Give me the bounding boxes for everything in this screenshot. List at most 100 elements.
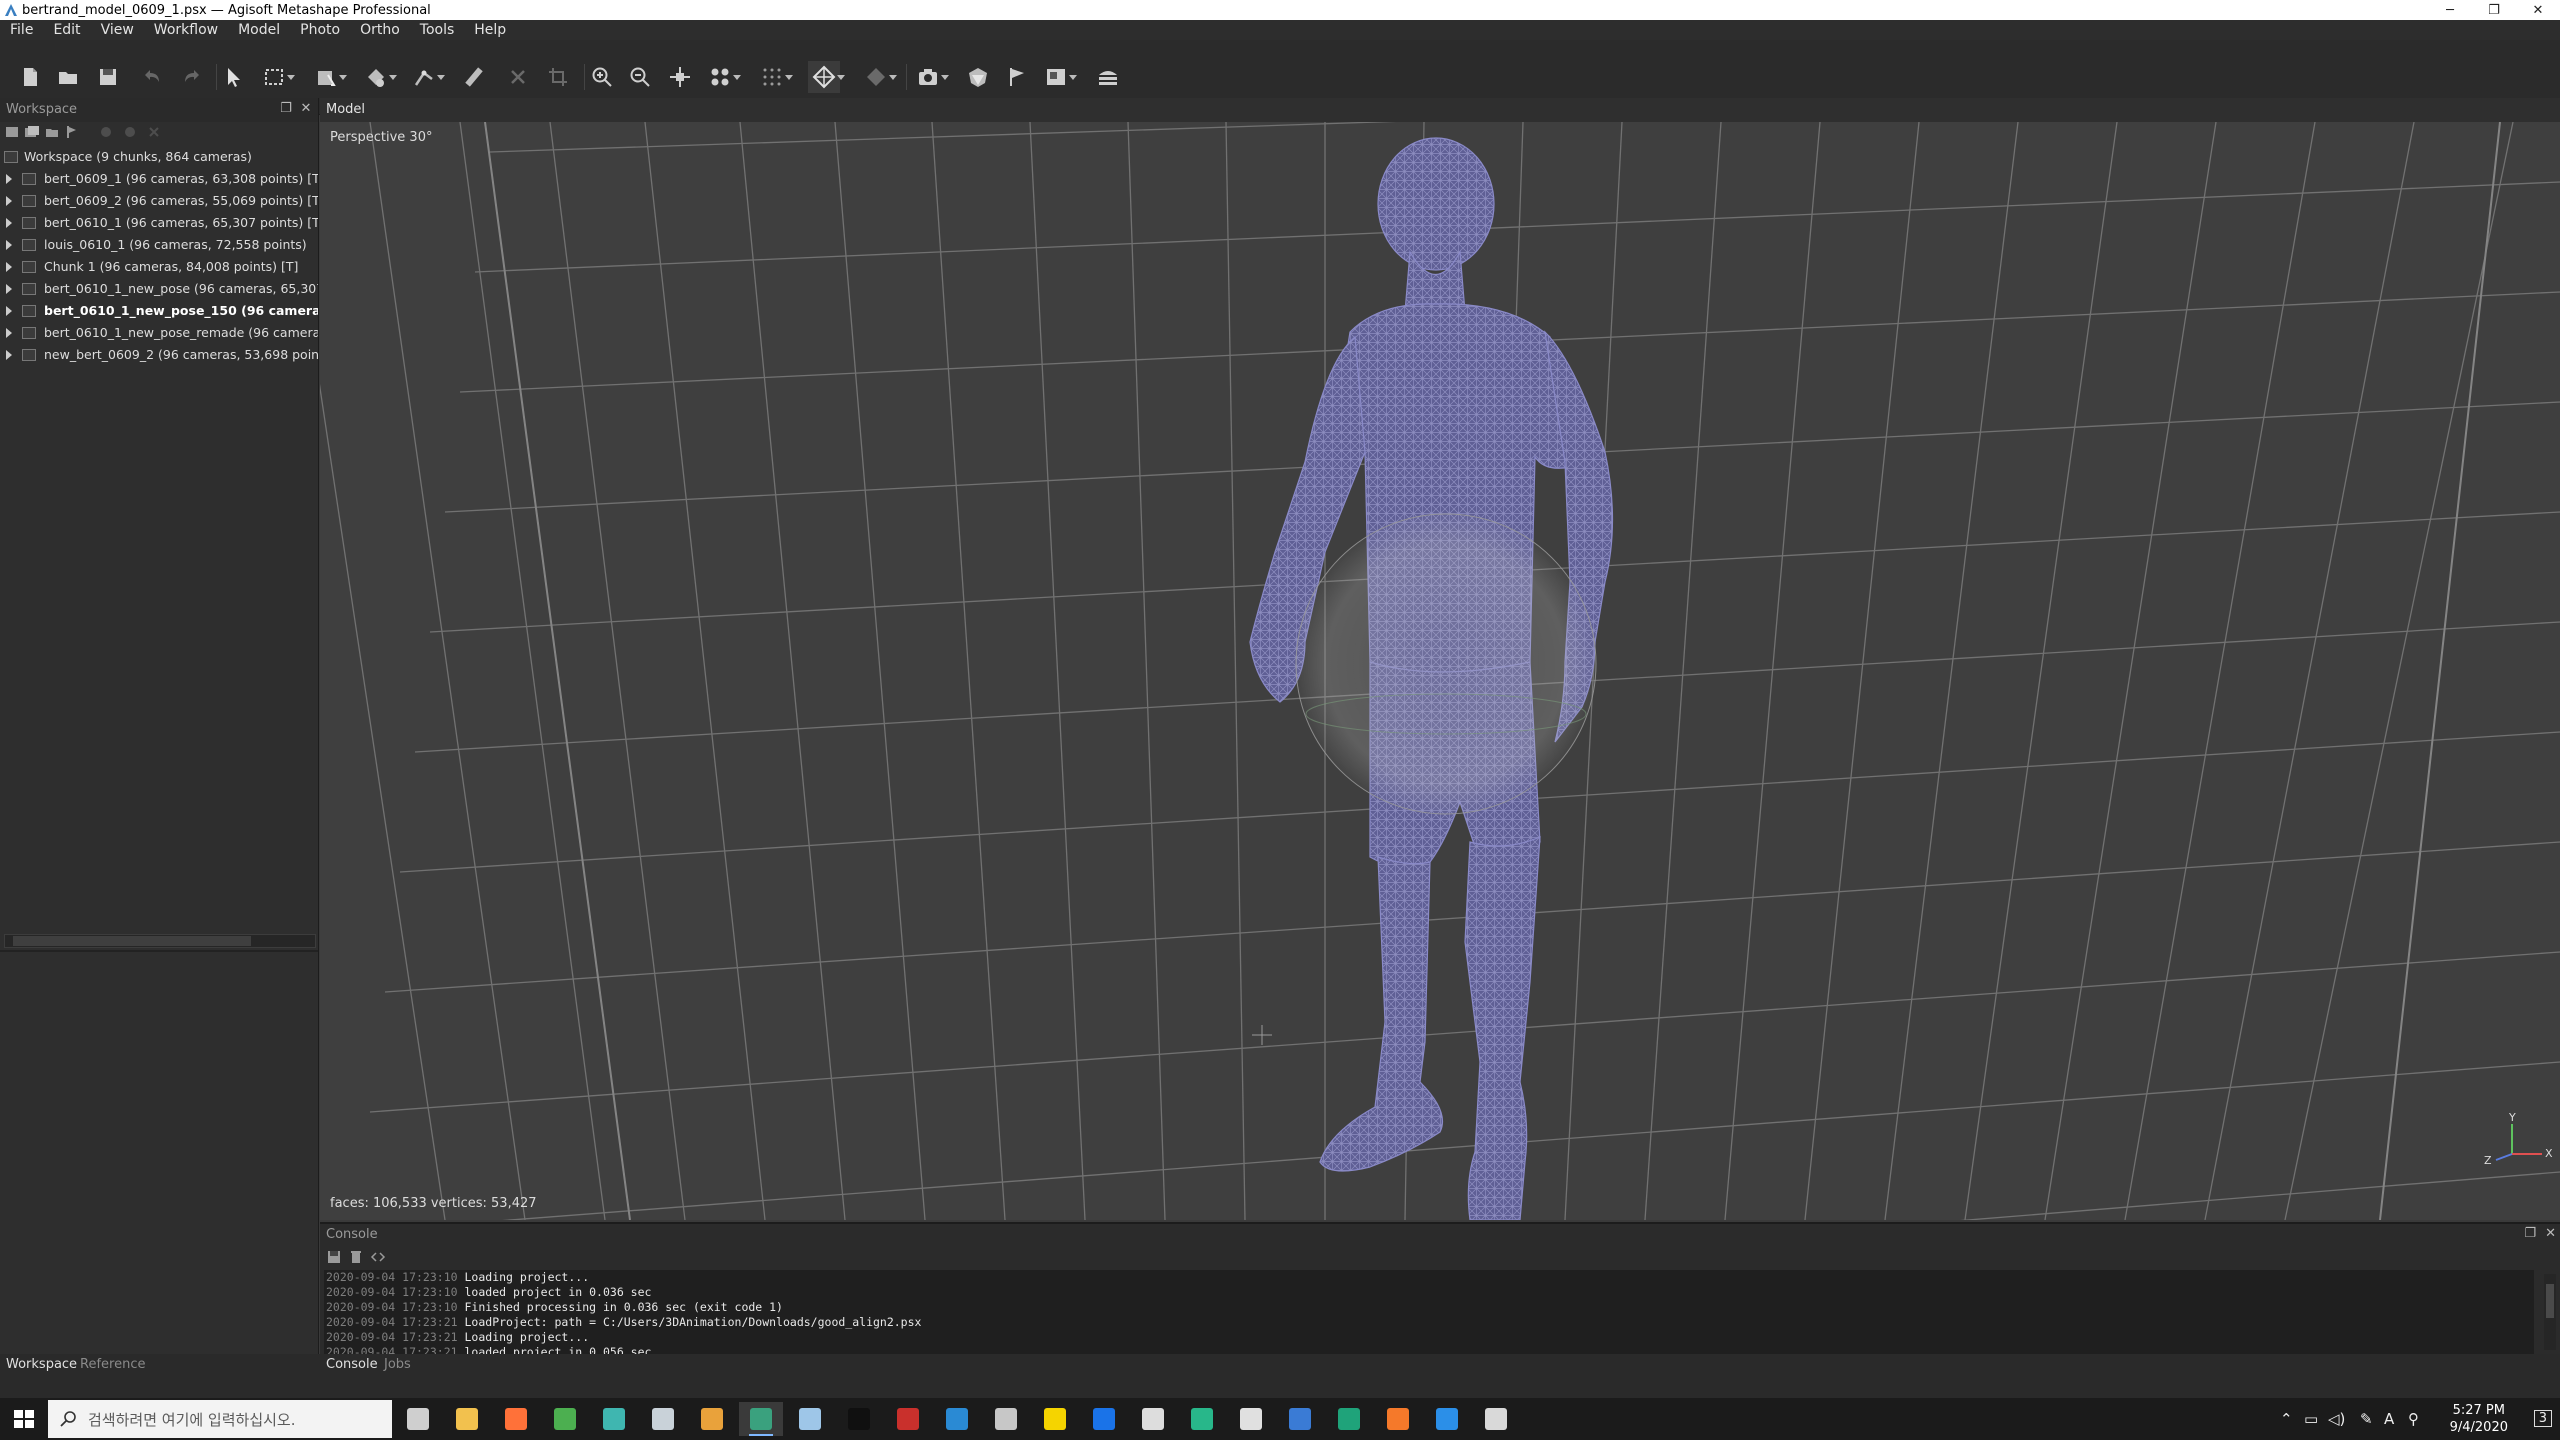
show-cameras-icon[interactable] xyxy=(704,61,741,93)
file-explorer-icon[interactable] xyxy=(445,1402,489,1436)
enable-item-icon[interactable] xyxy=(98,124,114,140)
git-icon[interactable] xyxy=(690,1402,734,1436)
clear-log-icon[interactable] xyxy=(348,1249,364,1265)
chunk-item[interactable]: new_bert_0609_2 (96 cameras, 53,698 poin… xyxy=(0,344,318,366)
zoom-out-icon[interactable] xyxy=(624,61,656,93)
undock-panel-icon[interactable]: ❐ xyxy=(278,101,294,117)
open-folder-icon[interactable] xyxy=(52,61,84,93)
tab-reference[interactable]: Reference xyxy=(80,1357,145,1372)
new-document-icon[interactable] xyxy=(14,61,46,93)
add-chunk-icon[interactable] xyxy=(4,124,20,140)
s-app-icon[interactable] xyxy=(1327,1402,1371,1436)
redo-icon[interactable] xyxy=(176,61,208,93)
tab-jobs[interactable]: Jobs xyxy=(384,1357,411,1372)
chunk-item[interactable]: bert_0610_1 (96 cameras, 65,307 points) … xyxy=(0,212,318,234)
expand-arrow-icon[interactable] xyxy=(6,284,17,294)
menu-workflow[interactable]: Workflow xyxy=(144,22,228,38)
scrollbar-thumb[interactable] xyxy=(2546,1284,2554,1318)
minimize-button[interactable]: ─ xyxy=(2428,0,2472,20)
expand-arrow-icon[interactable] xyxy=(6,262,17,272)
mail-icon[interactable] xyxy=(935,1402,979,1436)
capture-view-icon[interactable] xyxy=(912,61,949,93)
panel-splitter[interactable] xyxy=(0,950,318,952)
menu-edit[interactable]: Edit xyxy=(43,22,90,38)
restore-button[interactable]: ❐ xyxy=(2472,0,2516,20)
save-log-icon[interactable] xyxy=(326,1249,342,1265)
windows-start-icon[interactable] xyxy=(10,1406,38,1432)
network-icon[interactable]: ▭ xyxy=(2304,1410,2318,1428)
chunk-item[interactable]: bert_0609_2 (96 cameras, 55,069 points) … xyxy=(0,190,318,212)
close-panel-icon[interactable]: ✕ xyxy=(298,101,314,117)
rotate-object-icon[interactable] xyxy=(360,61,397,93)
taskbar-search-box[interactable]: 검색하려면 여기에 입력하십시오. xyxy=(48,1400,392,1438)
close-window-button[interactable]: ✕ xyxy=(2516,0,2560,20)
measure-tool-icon[interactable] xyxy=(408,61,445,93)
blender-icon[interactable] xyxy=(1376,1402,1420,1436)
task-view-icon[interactable] xyxy=(396,1402,440,1436)
steam-icon[interactable] xyxy=(984,1402,1028,1436)
navigation-pointer-icon[interactable] xyxy=(218,61,250,93)
ime-indicator[interactable]: A xyxy=(2384,1410,2394,1428)
menu-model[interactable]: Model xyxy=(228,22,290,38)
photo-app-icon[interactable] xyxy=(788,1402,832,1436)
show-region-icon[interactable] xyxy=(808,61,845,93)
shaded-model-icon[interactable] xyxy=(962,61,994,93)
workspace-horizontal-scrollbar[interactable] xyxy=(4,934,316,948)
add-photos-icon[interactable] xyxy=(24,124,40,140)
tab-console[interactable]: Console xyxy=(326,1357,378,1372)
notification-center-icon[interactable]: 3 xyxy=(2533,1410,2552,1427)
zoom-in-icon[interactable] xyxy=(586,61,618,93)
blender-like-icon[interactable] xyxy=(641,1402,685,1436)
active-chunk-item[interactable]: bert_0610_1_new_pose_150 (96 cameras, 65… xyxy=(0,300,318,322)
menu-view[interactable]: View xyxy=(91,22,144,38)
chunk-item[interactable]: bert_0610_1_new_pose_remade (96 cameras,… xyxy=(0,322,318,344)
taskbar-clock[interactable]: 5:27 PM 9/4/2020 xyxy=(2450,1402,2508,1436)
rectangle-selection-icon[interactable] xyxy=(258,61,295,93)
expand-arrow-icon[interactable] xyxy=(6,350,17,360)
expand-arrow-icon[interactable] xyxy=(6,240,17,250)
console-vertical-scrollbar[interactable] xyxy=(2544,1274,2556,1350)
expand-arrow-icon[interactable] xyxy=(6,306,17,316)
pen-icon[interactable]: ✎ xyxy=(2360,1410,2373,1428)
tab-workspace[interactable]: Workspace xyxy=(6,1357,77,1372)
menu-help[interactable]: Help xyxy=(464,22,516,38)
undock-panel-icon[interactable]: ❐ xyxy=(2524,1226,2536,1241)
globe-app-icon[interactable] xyxy=(1474,1402,1518,1436)
scrollbar-thumb[interactable] xyxy=(13,936,251,946)
expand-arrow-icon[interactable] xyxy=(6,196,17,206)
console-log[interactable]: 2020-09-04 17:23:10 Loading project... 2… xyxy=(324,1270,2534,1354)
f-app-icon[interactable] xyxy=(1180,1402,1224,1436)
save-icon[interactable] xyxy=(92,61,124,93)
sticky-notes-icon[interactable] xyxy=(1033,1402,1077,1436)
add-folder-icon[interactable] xyxy=(44,124,60,140)
disable-item-icon[interactable] xyxy=(122,124,138,140)
chunk-item[interactable]: louis_0610_1 (96 cameras, 72,558 points) xyxy=(0,234,318,256)
close-panel-icon[interactable]: ✕ xyxy=(2545,1226,2556,1241)
remove-item-icon[interactable] xyxy=(146,124,162,140)
pin-app-icon[interactable] xyxy=(1278,1402,1322,1436)
texture-view-icon[interactable] xyxy=(1040,61,1077,93)
stack-layers-icon[interactable] xyxy=(1092,61,1124,93)
expand-arrow-icon[interactable] xyxy=(6,174,17,184)
trackball-sphere[interactable] xyxy=(1295,513,1597,815)
chunk-item[interactable]: bert_0609_1 (96 cameras, 63,308 points) … xyxy=(0,168,318,190)
menu-photo[interactable]: Photo xyxy=(290,22,350,38)
workspace-root-item[interactable]: Workspace (9 chunks, 864 cameras) xyxy=(0,146,318,168)
crop-selection-icon[interactable] xyxy=(542,61,574,93)
show-model-icon[interactable] xyxy=(860,61,897,93)
undo-icon[interactable] xyxy=(136,61,168,93)
move-object-icon[interactable] xyxy=(664,61,696,93)
settings-icon[interactable] xyxy=(1131,1402,1175,1436)
add-marker-icon[interactable] xyxy=(64,124,80,140)
firefox-icon[interactable] xyxy=(494,1402,538,1436)
model-viewport[interactable]: Perspective 30° faces: 106,533 vertices:… xyxy=(320,122,2560,1220)
expand-arrow-icon[interactable] xyxy=(6,328,17,338)
maya-icon[interactable] xyxy=(592,1402,636,1436)
volume-icon[interactable]: ◁) xyxy=(2328,1410,2345,1428)
metashape-icon[interactable] xyxy=(739,1402,783,1436)
chunk-item[interactable]: bert_0610_1_new_pose (96 cameras, 65,307… xyxy=(0,278,318,300)
show-points-icon[interactable] xyxy=(756,61,793,93)
chrome-icon[interactable] xyxy=(543,1402,587,1436)
menu-ortho[interactable]: Ortho xyxy=(350,22,410,38)
run-script-icon[interactable] xyxy=(370,1249,386,1265)
